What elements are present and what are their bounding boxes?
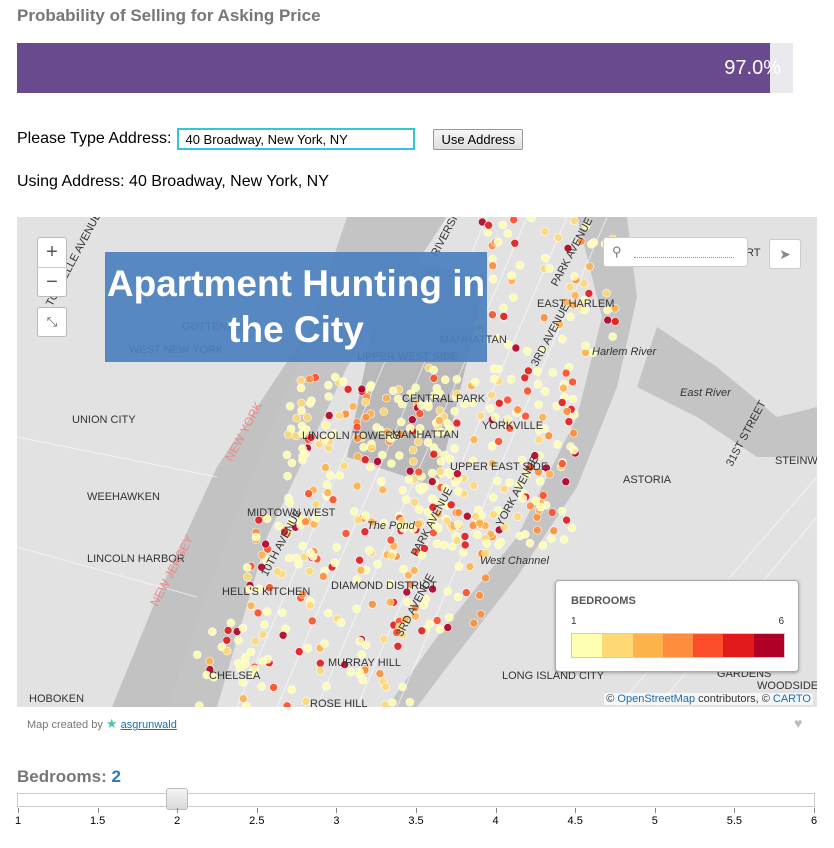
probability-bar: 97.0% <box>17 43 793 93</box>
address-prompt: Please Type Address: <box>17 130 172 147</box>
map-label: ASTORIA <box>623 474 672 486</box>
map-label: MURRAY HILL <box>328 657 401 669</box>
map-label: East River <box>680 387 732 399</box>
bedrooms-label: Bedrooms: 2 <box>17 767 121 787</box>
bedrooms-slider-track[interactable] <box>17 793 815 807</box>
slider-tick-label: 2 <box>174 815 181 827</box>
map-label: Harlem River <box>592 346 658 358</box>
slider-tick-label: 5 <box>651 815 658 827</box>
slider-tick <box>256 808 258 813</box>
map-search-input[interactable]: ⚲ <box>603 237 748 267</box>
map-attribution: © OpenStreetMap contributors, © CARTO <box>604 693 813 705</box>
use-address-button[interactable]: Use Address <box>433 128 524 150</box>
page-title: Probability of Selling for Asking Price <box>17 6 321 25</box>
slider-tick <box>814 808 815 813</box>
legend-max: 6 <box>778 616 784 627</box>
slider-tick-label: 4.5 <box>567 815 583 827</box>
legend-color-scale <box>571 633 785 658</box>
slider-tick-label: 3 <box>333 815 340 827</box>
legend-swatch <box>723 634 754 657</box>
attribution-prefix: © <box>606 693 618 705</box>
star-icon: ★ <box>105 716 118 731</box>
map-label: 3RD AVENUE <box>529 302 572 368</box>
map-label: HOBOKEN <box>29 693 84 705</box>
slider-tick-label: 2.5 <box>249 815 265 827</box>
legend-swatch <box>632 634 663 657</box>
slider-tick <box>336 808 338 813</box>
slider-tick-label: 3.5 <box>408 815 424 827</box>
search-underline <box>634 257 734 258</box>
credit-prefix: Map created by <box>27 719 103 731</box>
map-label: NEW JERSEY <box>147 533 196 608</box>
legend-swatch <box>602 634 633 657</box>
bedrooms-value: 2 <box>111 767 121 786</box>
slider-tick-label: 1 <box>14 815 22 827</box>
map-label: HELL'S KITCHEN <box>222 586 310 598</box>
legend-swatch <box>693 634 724 657</box>
slider-tick-label: 6 <box>810 815 818 827</box>
map-credit: Map created by ★ asgrunwald <box>27 716 177 732</box>
zoom-out-button[interactable]: − <box>38 267 66 297</box>
map[interactable]: WEST NEW YORKUNION CITYWEEHAWKENLINCOLN … <box>17 217 817 707</box>
map-label: ROSE HILL <box>310 698 367 707</box>
slider-tick-label: 4 <box>492 815 499 827</box>
legend-min: 1 <box>571 616 577 627</box>
slider-tick <box>97 808 99 813</box>
map-label: LINCOLN TOWERS <box>302 430 401 442</box>
map-label: PARK AVENUE <box>409 486 455 559</box>
map-label: West Channel <box>480 555 549 567</box>
legend-title: BEDROOMS <box>571 595 636 607</box>
map-title-overlay: Apartment Hunting in the City <box>105 252 487 362</box>
map-label: WOODSIDE <box>757 680 817 692</box>
map-label: 31ST STREET <box>724 398 769 468</box>
bedrooms-label-text: Bedrooms: <box>17 767 107 786</box>
map-label: CENTRAL PARK <box>402 393 486 405</box>
map-label: The Pond <box>367 520 416 532</box>
slider-tick <box>416 808 417 813</box>
legend-swatch <box>662 634 694 657</box>
legend-swatch <box>572 634 603 657</box>
osm-link[interactable]: OpenStreetMap <box>617 693 695 705</box>
carto-link[interactable]: CARTO <box>773 693 811 705</box>
heart-icon[interactable]: ♥ <box>794 715 802 731</box>
zoom-in-button[interactable]: + <box>38 238 66 267</box>
map-label: WEEHAWKEN <box>87 491 160 503</box>
slider-tick <box>495 808 497 813</box>
slider-tick <box>575 808 577 813</box>
map-label: EAST HARLEM <box>537 298 614 310</box>
map-label: MANHATTAN <box>392 429 459 441</box>
attribution-mid: contributors, © <box>695 693 773 705</box>
address-input[interactable] <box>177 128 416 150</box>
address-row: Please Type Address: Use Address <box>17 128 524 150</box>
bedrooms-legend: BEDROOMS 1 6 <box>555 580 799 672</box>
credit-user-link[interactable]: asgrunwald <box>121 719 177 731</box>
locate-arrow-icon[interactable]: ➤ <box>769 239 801 269</box>
slider-tick <box>654 808 656 813</box>
bedrooms-slider-handle[interactable] <box>166 788 189 810</box>
slider-tick <box>18 808 19 813</box>
slider-tick-label: 5.5 <box>726 815 743 827</box>
slider-tick-label: 1.5 <box>89 815 106 827</box>
map-label: NEW YORK <box>222 399 265 463</box>
map-label: STEINWAY <box>775 455 817 467</box>
map-label: YORKVILLE <box>482 420 543 432</box>
probability-fill <box>17 43 770 93</box>
map-label: UNION CITY <box>72 414 136 426</box>
map-label: RT <box>746 247 761 259</box>
slider-tick <box>734 808 736 813</box>
legend-swatch <box>753 634 784 657</box>
map-label: PARK AVENUE <box>549 217 595 288</box>
zoom-control: + − <box>37 237 67 297</box>
search-icon: ⚲ <box>612 244 622 259</box>
map-label: CHELSEA <box>209 670 261 682</box>
using-address-text: Using Address: 40 Broadway, New York, NY <box>17 173 329 190</box>
probability-value: 97.0% <box>724 57 781 79</box>
fullscreen-icon[interactable]: ⤡ <box>37 307 67 337</box>
slider-tick <box>177 808 179 813</box>
